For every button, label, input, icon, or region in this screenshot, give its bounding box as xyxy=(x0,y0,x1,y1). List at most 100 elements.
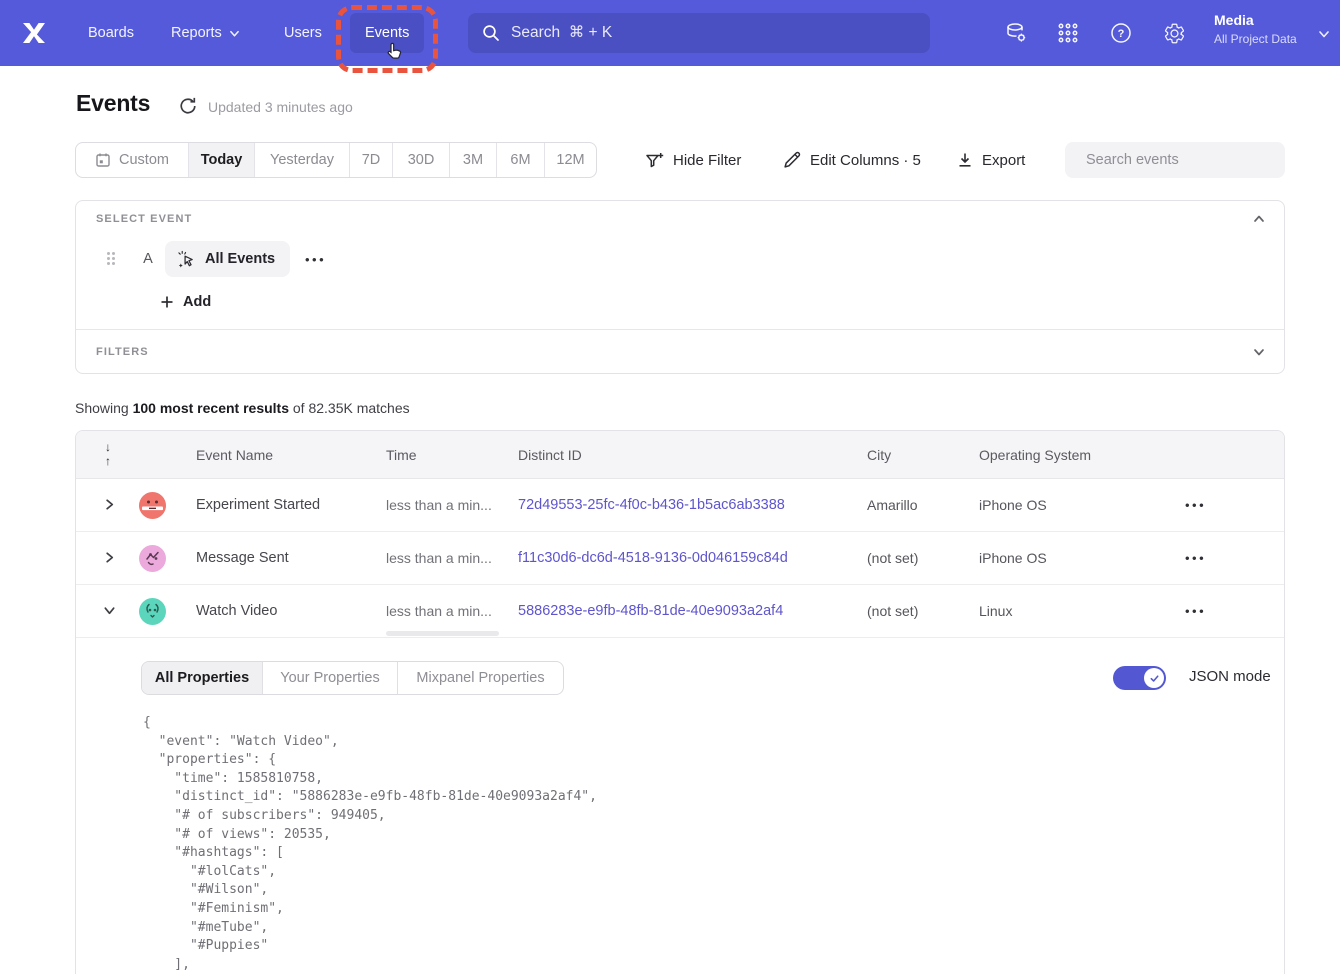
date-30d-button[interactable]: 30D xyxy=(393,143,450,177)
date-6m-button[interactable]: 6M xyxy=(497,143,545,177)
row-more-icon[interactable]: ••• xyxy=(1185,551,1206,566)
nav-item-boards[interactable]: Boards xyxy=(88,0,134,66)
event-time: less than a min... xyxy=(386,603,492,619)
filters-label: FILTERS xyxy=(96,346,149,358)
column-header-os[interactable]: Operating System xyxy=(979,447,1091,463)
query-builder-card: SELECT EVENT A All Events ••• Add FILTER… xyxy=(75,200,1285,374)
expand-filters-chevron-down-icon[interactable] xyxy=(1252,345,1268,361)
filter-funnel-icon xyxy=(645,152,664,169)
updated-timestamp: Updated 3 minutes ago xyxy=(208,99,353,115)
project-chevron-down-icon[interactable] xyxy=(1318,27,1330,45)
collapse-section-chevron-up-icon[interactable] xyxy=(1252,212,1268,228)
table-row[interactable]: Experiment Started less than a min... 72… xyxy=(76,479,1284,532)
column-header-distinct-id[interactable]: Distinct ID xyxy=(518,447,582,463)
row-more-icon[interactable]: ••• xyxy=(1185,604,1206,619)
date-12m-button[interactable]: 12M xyxy=(545,143,596,177)
json-mode-toggle[interactable] xyxy=(1113,666,1166,690)
event-time: less than a min... xyxy=(386,550,492,566)
column-header-city[interactable]: City xyxy=(867,447,891,463)
plus-icon xyxy=(160,295,174,309)
properties-tabs: All Properties Your Properties Mixpanel … xyxy=(141,661,564,695)
date-3m-button[interactable]: 3M xyxy=(450,143,497,177)
hide-filter-button[interactable]: Hide Filter xyxy=(645,142,741,178)
all-events-sparkle-cursor-icon xyxy=(177,250,196,269)
data-management-icon[interactable] xyxy=(1004,21,1028,45)
event-name: Watch Video xyxy=(196,603,277,619)
event-json-code: { "event": "Watch Video", "properties": … xyxy=(143,714,597,974)
event-avatar xyxy=(139,545,166,572)
table-row-expanded[interactable]: Watch Video less than a min... 5886283e-… xyxy=(76,585,1284,638)
event-row-more-icon[interactable]: ••• xyxy=(305,252,326,267)
help-icon[interactable]: ? xyxy=(1109,21,1133,45)
tab-your-properties[interactable]: Your Properties xyxy=(263,662,398,694)
event-detail-panel: All Properties Your Properties Mixpanel … xyxy=(76,638,1284,974)
global-search[interactable] xyxy=(468,13,930,53)
calendar-icon xyxy=(95,152,111,168)
column-header-event-name[interactable]: Event Name xyxy=(196,447,273,463)
event-time: less than a min... xyxy=(386,497,492,513)
nav-item-events[interactable]: Events xyxy=(350,13,424,53)
event-avatar xyxy=(139,492,166,519)
export-button[interactable]: Export xyxy=(957,142,1025,178)
results-summary: Showing 100 most recent results of 82.35… xyxy=(75,400,410,416)
event-city: (not set) xyxy=(867,550,918,566)
date-today-button[interactable]: Today xyxy=(189,143,255,177)
drag-handle[interactable] xyxy=(107,252,115,265)
download-icon xyxy=(957,152,973,168)
collapse-row-chevron-down-icon[interactable] xyxy=(103,604,117,618)
nav-item-users[interactable]: Users xyxy=(284,0,322,66)
section-divider xyxy=(76,329,1284,330)
distinct-id-link[interactable]: f11c30d6-dc6d-4518-9136-0d046159c84d xyxy=(518,550,788,566)
event-name: Experiment Started xyxy=(196,497,320,513)
date-7d-button[interactable]: 7D xyxy=(350,143,393,177)
mixpanel-events-page: Boards Reports Users Events ? Media xyxy=(0,0,1340,974)
tab-all-properties[interactable]: All Properties xyxy=(142,662,263,694)
top-navbar: Boards Reports Users Events ? Media xyxy=(0,0,1340,66)
table-header: ↓ ↑ Event Name Time Distinct ID City Ope… xyxy=(76,431,1284,479)
check-icon xyxy=(1149,673,1160,684)
chevron-down-icon xyxy=(229,28,240,39)
date-yesterday-button[interactable]: Yesterday xyxy=(255,143,350,177)
event-row-letter: A xyxy=(140,251,156,267)
project-name: Media xyxy=(1214,12,1297,28)
mixpanel-logo-icon[interactable] xyxy=(20,19,48,47)
toggle-knob xyxy=(1144,668,1164,688)
event-avatar xyxy=(139,598,166,625)
search-icon xyxy=(482,24,500,42)
add-event-button[interactable]: Add xyxy=(160,294,211,310)
date-custom-button[interactable]: Custom xyxy=(76,143,189,177)
event-city: Amarillo xyxy=(867,497,918,513)
distinct-id-link[interactable]: 72d49553-25fc-4f0c-b436-1b5ac6ab3388 xyxy=(518,497,785,513)
project-scope: All Project Data xyxy=(1214,32,1297,46)
events-table: ↓ ↑ Event Name Time Distinct ID City Ope… xyxy=(75,430,1285,974)
search-events-input[interactable] xyxy=(1086,152,1273,168)
collapse-all-icon[interactable]: ↓ ↑ xyxy=(105,440,111,468)
column-header-time[interactable]: Time xyxy=(386,447,417,463)
project-switcher[interactable]: Media All Project Data xyxy=(1214,12,1297,46)
nav-item-reports[interactable]: Reports xyxy=(171,0,240,66)
event-city: (not set) xyxy=(867,603,918,619)
edit-columns-button[interactable]: Edit Columns · 5 xyxy=(783,142,921,178)
expand-row-chevron-right-icon[interactable] xyxy=(103,498,117,512)
date-range-control: Custom Today Yesterday 7D 30D 3M 6M 12M xyxy=(75,142,597,178)
event-name: Message Sent xyxy=(196,550,289,566)
tab-mixpanel-properties[interactable]: Mixpanel Properties xyxy=(398,662,563,694)
global-search-input[interactable] xyxy=(511,24,916,42)
table-row[interactable]: Message Sent less than a min... f11c30d6… xyxy=(76,532,1284,585)
select-event-label: SELECT EVENT xyxy=(96,213,192,225)
horizontal-scrollbar[interactable] xyxy=(386,631,499,636)
svg-text:?: ? xyxy=(1118,28,1125,40)
event-selector-pill[interactable]: All Events xyxy=(165,241,290,277)
event-os: iPhone OS xyxy=(979,497,1047,513)
apps-grid-icon[interactable] xyxy=(1056,21,1080,45)
pencil-icon xyxy=(783,151,801,169)
settings-gear-icon[interactable] xyxy=(1162,21,1186,45)
page-title: Events xyxy=(76,90,150,117)
distinct-id-link[interactable]: 5886283e-e9fb-48fb-81de-40e9093a2af4 xyxy=(518,603,783,619)
refresh-icon[interactable] xyxy=(179,97,197,115)
expand-row-chevron-right-icon[interactable] xyxy=(103,551,117,565)
event-os: Linux xyxy=(979,603,1012,619)
search-events-field[interactable] xyxy=(1065,142,1285,178)
json-mode-label: JSON mode xyxy=(1189,668,1271,685)
row-more-icon[interactable]: ••• xyxy=(1185,498,1206,513)
